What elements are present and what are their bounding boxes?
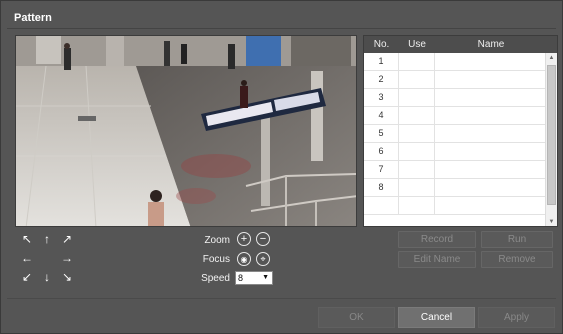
cancel-button[interactable]: Cancel	[398, 307, 475, 328]
apply-button[interactable]: Apply	[478, 307, 555, 328]
table-row[interactable]: 8	[364, 179, 547, 197]
row-no: 7	[364, 161, 399, 178]
ok-button[interactable]: OK	[318, 307, 395, 328]
row-no: 2	[364, 71, 399, 88]
arrow-left-icon[interactable]: ←	[19, 251, 35, 266]
row-use	[399, 161, 435, 178]
camera-scene-image	[16, 36, 356, 226]
arrow-up-icon[interactable]: ↑	[39, 232, 55, 247]
scroll-down-icon[interactable]: ▼	[546, 217, 557, 226]
row-use	[399, 71, 435, 88]
row-no: 4	[364, 107, 399, 124]
table-row[interactable]: 3	[364, 89, 547, 107]
arrow-right-icon[interactable]: →	[59, 251, 75, 266]
run-button[interactable]: Run	[481, 231, 553, 248]
pattern-table: No. Use Name 1 2 3 4 5 6 7 8 ▲ ▼	[363, 35, 558, 227]
row-no: 3	[364, 89, 399, 106]
arrow-down-icon[interactable]: ↓	[39, 270, 55, 285]
focus-near-icon[interactable]: ◉	[237, 252, 251, 266]
edit-name-button[interactable]: Edit Name	[398, 251, 476, 268]
row-name	[435, 143, 547, 160]
scroll-thumb[interactable]	[547, 65, 556, 205]
speed-label: Speed	[201, 273, 230, 284]
header-name: Name	[477, 39, 505, 50]
zoom-in-icon[interactable]: +	[237, 232, 251, 246]
table-row[interactable]: 5	[364, 125, 547, 143]
row-use	[399, 107, 435, 124]
row-name	[435, 71, 547, 88]
row-name	[435, 125, 547, 142]
row-name	[435, 179, 547, 196]
speed-value: 8	[238, 273, 244, 283]
row-no: 8	[364, 179, 399, 196]
table-row[interactable]: 6	[364, 143, 547, 161]
header-no: No.	[373, 39, 390, 50]
row-use	[399, 53, 435, 70]
scroll-up-icon[interactable]: ▲	[546, 53, 557, 64]
table-row[interactable]: 7	[364, 161, 547, 179]
row-name	[435, 161, 547, 178]
zoom-label: Zoom	[204, 235, 230, 246]
table-row[interactable]: 1	[364, 53, 547, 71]
row-use	[399, 197, 435, 214]
focus-far-icon[interactable]: ⌖	[256, 252, 270, 266]
row-use	[399, 125, 435, 142]
chevron-down-icon: ▼	[262, 274, 269, 281]
row-name	[435, 197, 547, 214]
row-name	[435, 53, 547, 70]
speed-select[interactable]: 8 ▼	[235, 271, 273, 285]
focus-label: Focus	[202, 254, 230, 265]
row-no: 5	[364, 125, 399, 142]
row-use	[399, 89, 435, 106]
title-divider	[7, 28, 556, 29]
arrow-down-left-icon[interactable]: ↙	[19, 270, 35, 285]
zoom-out-icon[interactable]: −	[256, 232, 270, 246]
arrow-up-right-icon[interactable]: ↗	[59, 232, 75, 247]
footer-divider	[7, 298, 556, 299]
camera-live-view[interactable]	[15, 35, 357, 227]
row-no: 6	[364, 143, 399, 160]
pattern-dialog: Pattern No. Use Name 1 2 3 4 5 6 7 8 ▲ ▼…	[0, 0, 563, 334]
row-use	[399, 143, 435, 160]
table-body: 1 2 3 4 5 6 7 8	[364, 53, 547, 215]
table-scrollbar[interactable]: ▲ ▼	[545, 53, 557, 226]
header-use: Use	[408, 39, 426, 50]
row-no	[364, 197, 399, 214]
row-name	[435, 89, 547, 106]
arrow-down-right-icon[interactable]: ↘	[59, 270, 75, 285]
dialog-title: Pattern	[14, 12, 52, 24]
row-use	[399, 179, 435, 196]
arrow-up-left-icon[interactable]: ↖	[19, 232, 35, 247]
remove-button[interactable]: Remove	[481, 251, 553, 268]
table-row[interactable]: 4	[364, 107, 547, 125]
record-button[interactable]: Record	[398, 231, 476, 248]
row-no: 1	[364, 53, 399, 70]
ptz-direction-pad: ↖ ↑ ↗ ← → ↙ ↓ ↘	[19, 232, 77, 286]
table-row[interactable]	[364, 197, 547, 215]
row-name	[435, 107, 547, 124]
table-header: No. Use Name	[364, 36, 557, 53]
table-row[interactable]: 2	[364, 71, 547, 89]
